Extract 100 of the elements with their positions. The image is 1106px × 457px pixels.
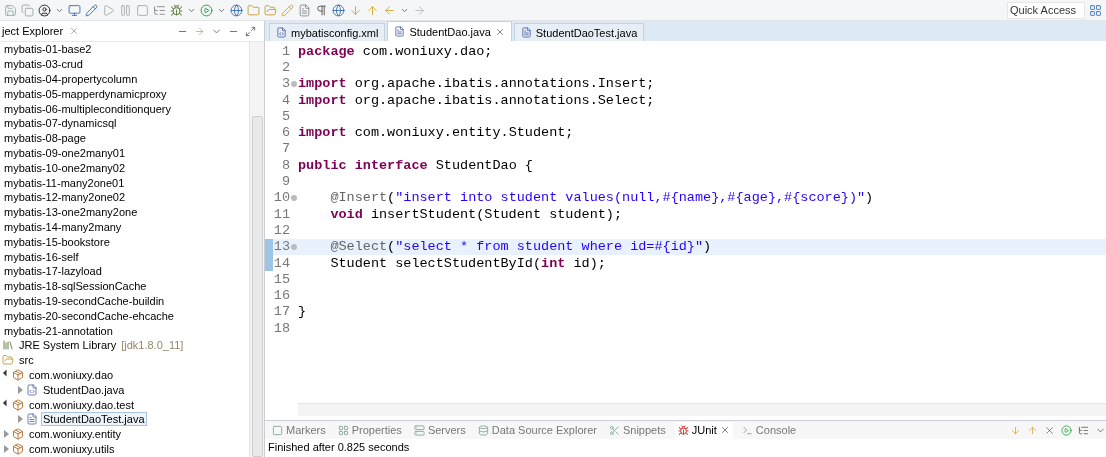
tree-item[interactable]: com.woniuxy.dao.test — [27, 397, 136, 412]
maximize-icon[interactable] — [245, 25, 256, 37]
collapsed-arrow-icon[interactable] — [18, 415, 23, 424]
open-folder-icon[interactable] — [264, 3, 277, 17]
pilcrow-icon[interactable] — [315, 3, 328, 17]
pause-icon[interactable] — [119, 3, 132, 17]
servers-icon — [413, 424, 425, 436]
close-icon[interactable] — [494, 26, 505, 37]
panel-tab[interactable]: Snippets — [605, 421, 669, 439]
panel-tab[interactable]: JUnit — [674, 421, 733, 439]
tree-item-detail: [jdk1.8.0_11] — [121, 339, 184, 352]
editor-tab[interactable]: mybatisconfig.xml — [269, 23, 386, 41]
code-line: import org.apache.ibatis.annotations.Select; — [298, 91, 656, 109]
tree-item[interactable]: com.woniuxy.dao — [27, 367, 116, 382]
previous-failure-icon[interactable] — [1027, 424, 1038, 436]
stop-icon[interactable] — [136, 3, 149, 17]
java-file-icon — [26, 383, 38, 396]
panel-tab[interactable]: Markers — [269, 421, 329, 439]
fold-icon[interactable] — [291, 243, 297, 250]
tree-item[interactable]: mybatis-05-mapperdynamicproxy — [2, 86, 169, 101]
tree-item[interactable]: mybatis-19-secondCache-buildin — [2, 293, 167, 308]
globe-icon[interactable] — [332, 3, 345, 17]
tree-item[interactable]: mybatis-06-multipleconditionquery — [2, 101, 173, 116]
close-icon[interactable] — [69, 26, 80, 36]
line-number: 7 — [280, 141, 290, 157]
line-number: 9 — [280, 174, 290, 189]
back-icon[interactable] — [383, 3, 396, 17]
code-line: Student selectStudentById(int id); — [330, 254, 607, 272]
tree-item[interactable]: StudentDaoTest.java — [41, 412, 147, 427]
package-icon — [12, 368, 24, 381]
editor-tab[interactable]: StudentDao.java — [387, 21, 512, 41]
debug-icon[interactable] — [170, 3, 183, 17]
editor-tab[interactable]: StudentDaoTest.java — [513, 23, 645, 41]
xml-file-icon — [276, 27, 287, 38]
collapsed-arrow-icon[interactable] — [4, 430, 9, 439]
globe-icon[interactable] — [230, 3, 243, 17]
panel-tab[interactable]: Properties — [334, 421, 405, 439]
code-line: @Select("select * from student where id=#{id}") — [330, 238, 713, 255]
close-icon[interactable] — [719, 425, 730, 435]
fold-icon[interactable] — [291, 80, 297, 87]
tree-item[interactable]: mybatis-08-page — [2, 131, 88, 146]
tree-item[interactable]: mybatis-04-propertycolumn — [2, 72, 140, 86]
collapsed-arrow-icon[interactable] — [18, 385, 23, 394]
java-file-icon — [520, 27, 532, 38]
tree-item[interactable]: mybatis-17-lazyload — [2, 264, 104, 279]
tree-item[interactable]: mybatis-21-annotation — [2, 323, 115, 338]
folder-icon[interactable] — [247, 3, 260, 17]
line-number: 11 — [273, 206, 290, 222]
user-icon[interactable] — [38, 3, 51, 17]
line-number: 18 — [273, 320, 290, 336]
quick-access-field[interactable]: Quick Access — [1007, 1, 1085, 19]
line-number: 15 — [273, 271, 290, 287]
document-icon[interactable] — [298, 3, 311, 17]
tree-item[interactable]: com.woniuxy.utils — [27, 441, 117, 456]
list-icon[interactable] — [153, 3, 166, 17]
tree-item[interactable]: mybatis-09-one2many01 — [2, 145, 128, 160]
arrow-up-icon[interactable] — [366, 3, 379, 17]
panel-title[interactable]: ject Explorer — [0, 24, 66, 38]
tree-item[interactable]: mybatis-10-one2many02 — [2, 160, 128, 175]
java-file-icon — [394, 26, 406, 37]
tree-item[interactable]: com.woniuxy.entity — [27, 427, 124, 442]
monitor-icon[interactable] — [68, 3, 81, 17]
tree-item[interactable]: mybatis-14-many2many — [2, 219, 124, 234]
code-line: import com.woniuxy.entity.Student; — [298, 124, 575, 141]
code-line: @Insert("insert into student values(null,#{name},#{age},#{score})") — [330, 189, 875, 206]
rerun-icon[interactable] — [1061, 424, 1072, 436]
tree-item[interactable]: mybatis-16-self — [2, 249, 81, 264]
tree-item[interactable]: mybatis-03-crud — [2, 57, 85, 72]
panel-tab[interactable]: Console — [738, 421, 800, 439]
tree-item[interactable]: mybatis-20-secondCache-ehcache — [2, 308, 176, 323]
tree-item[interactable]: mybatis-01-base2 — [2, 42, 94, 57]
line-number: 8 — [280, 157, 290, 173]
next-failure-icon[interactable] — [1010, 424, 1021, 436]
tree-item[interactable]: StudentDao.java — [41, 382, 127, 397]
arrow-down-icon[interactable] — [349, 3, 362, 17]
forward-icon[interactable] — [413, 3, 426, 17]
resume-icon[interactable] — [102, 3, 115, 17]
run-icon[interactable] — [200, 3, 213, 17]
tree-item[interactable]: mybatis-15-bookstore — [2, 234, 112, 249]
save-icon[interactable] — [4, 3, 17, 17]
tree-item[interactable]: mybatis-07-dynamicsql — [2, 116, 119, 131]
tree-item[interactable]: mybatis-18-sqlSessionCache — [2, 279, 149, 294]
tree-item[interactable]: mybatis-13-one2many2one — [2, 205, 140, 220]
panel-tab[interactable]: Data Source Explorer — [474, 421, 600, 439]
bug-icon — [677, 424, 689, 436]
library-icon — [2, 339, 14, 352]
fold-icon[interactable] — [291, 194, 297, 201]
database-icon — [477, 424, 489, 436]
pencil-icon[interactable] — [85, 3, 98, 17]
collapsed-arrow-icon[interactable] — [4, 444, 9, 453]
tree-item[interactable]: src — [17, 353, 36, 368]
scrollbar[interactable] — [249, 42, 264, 457]
panel-tab[interactable]: Servers — [410, 421, 469, 439]
line-number: 2 — [280, 59, 290, 75]
scrollbar[interactable] — [298, 403, 1106, 416]
tree-item[interactable]: mybatis-12-many2one02 — [2, 190, 128, 205]
line-number: 6 — [280, 125, 290, 141]
tree-item[interactable]: JRE System Library — [17, 338, 119, 353]
tree-item[interactable]: mybatis-11-many2one01 — [2, 175, 127, 190]
code-line: package com.woniuxy.dao; — [298, 43, 494, 60]
